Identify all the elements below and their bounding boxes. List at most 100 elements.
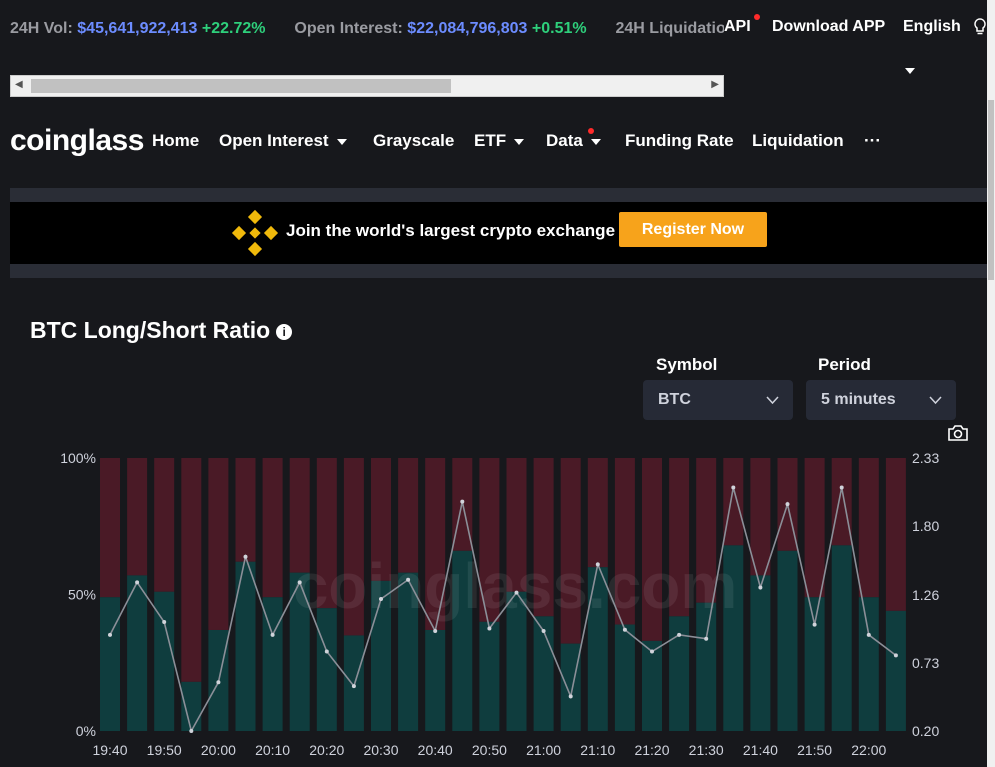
chevron-down-icon	[514, 138, 525, 145]
market-ticker: 24H Vol: $45,641,922,413 +22.72% Open In…	[10, 20, 724, 38]
left-axis-tick: 100%	[60, 450, 96, 466]
long-bar	[777, 550, 798, 731]
page-title-text: BTC Long/Short Ratio	[30, 317, 271, 343]
scroll-left-icon[interactable]: ◀	[15, 79, 23, 90]
oi-value: $22,084,796,803	[407, 20, 528, 37]
ratio-point	[406, 577, 411, 582]
vol-change: +22.72%	[201, 20, 266, 37]
nav-open-interest-label: Open Interest	[219, 131, 329, 150]
nav-etf[interactable]: ETF	[474, 131, 525, 151]
ratio-point	[270, 632, 275, 637]
ratio-point	[297, 580, 302, 585]
right-axis-tick: 2.33	[912, 450, 939, 466]
ratio-point	[812, 622, 817, 627]
x-axis-tick: 20:30	[363, 742, 398, 758]
symbol-select[interactable]: BTC	[643, 380, 793, 420]
ratio-point	[324, 649, 329, 654]
long-bar	[831, 545, 852, 731]
right-axis-tick: 1.80	[912, 518, 939, 534]
long-bar	[343, 635, 364, 731]
page-title: BTC Long/Short Ratio i	[30, 317, 293, 344]
vol-label: 24H Vol:	[10, 20, 73, 37]
long-bar	[181, 681, 202, 731]
api-link[interactable]: API	[724, 18, 751, 36]
x-axis-tick: 22:00	[851, 742, 886, 758]
short-bar	[262, 458, 283, 598]
nav-grayscale[interactable]: Grayscale	[373, 131, 454, 151]
chevron-down-icon	[929, 396, 942, 405]
nav-funding-rate[interactable]: Funding Rate	[625, 131, 734, 151]
left-axis-tick: 50%	[68, 587, 96, 603]
long-bar	[560, 643, 581, 731]
chart-watermark: coinglass.com	[293, 550, 738, 622]
nav-home[interactable]: Home	[152, 131, 199, 151]
nav-open-interest[interactable]: Open Interest	[219, 131, 347, 151]
long-bar	[100, 597, 120, 731]
period-label: Period	[818, 355, 871, 374]
language-selector[interactable]: English	[903, 18, 961, 36]
long-bar	[858, 597, 879, 731]
nav-data[interactable]: Data	[546, 131, 601, 151]
separator-strip	[10, 188, 987, 202]
symbol-value: BTC	[658, 391, 691, 408]
short-bar	[208, 458, 229, 630]
short-bar	[885, 458, 906, 611]
x-axis-tick: 19:40	[92, 742, 127, 758]
chevron-down-icon	[336, 138, 347, 145]
ratio-point	[677, 632, 682, 637]
long-bar	[804, 597, 825, 731]
symbol-label: Symbol	[656, 355, 718, 374]
theme-bulb-icon[interactable]	[973, 18, 987, 41]
scroll-right-icon[interactable]: ▶	[711, 79, 719, 90]
x-axis-tick: 21:30	[689, 742, 724, 758]
nav-liquidation[interactable]: Liquidation	[752, 131, 844, 151]
short-bar	[858, 458, 879, 598]
ratio-point	[704, 636, 709, 641]
ratio-point	[839, 485, 844, 490]
exchange-banner[interactable]: Join the world's largest crypto exchange…	[10, 202, 987, 264]
ratio-point	[622, 627, 627, 632]
coinglass-logo[interactable]: coinglass	[10, 124, 144, 158]
scrollbar-thumb[interactable]	[31, 79, 451, 93]
period-select[interactable]: 5 minutes	[806, 380, 956, 420]
nav-more[interactable]: ···	[864, 131, 881, 151]
ratio-point	[351, 684, 356, 689]
long-bar	[425, 629, 446, 731]
ratio-point	[866, 632, 871, 637]
ratio-point	[758, 585, 763, 590]
x-axis-tick: 21:00	[526, 742, 561, 758]
banner-text: Join the world's largest crypto exchange	[286, 221, 616, 240]
left-axis-ticks: 0% 50% 100%	[60, 450, 96, 739]
ratio-point	[514, 590, 519, 595]
short-bar	[154, 458, 175, 592]
ratio-point	[568, 694, 573, 699]
oi-label: Open Interest:	[294, 20, 403, 37]
binance-logo-icon	[231, 209, 279, 257]
horizontal-scrollbar[interactable]: ◀ ▶	[10, 75, 724, 97]
ratio-point	[189, 729, 194, 733]
scrollbar-thumb[interactable]	[988, 100, 994, 280]
ratio-point	[487, 626, 492, 631]
vertical-scrollbar[interactable]	[987, 0, 995, 767]
ratio-point	[460, 499, 465, 504]
nav-data-label: Data	[546, 131, 583, 150]
ratio-point	[893, 653, 898, 658]
main-nav: coinglass Home Open Interest Grayscale E…	[0, 110, 995, 170]
ratio-point	[541, 629, 546, 634]
period-value: 5 minutes	[821, 391, 896, 408]
register-now-button[interactable]: Register Now	[619, 212, 767, 247]
x-axis-tick: 20:50	[472, 742, 507, 758]
x-axis-tick: 20:40	[418, 742, 453, 758]
x-axis-tick: 21:10	[580, 742, 615, 758]
long-bar	[614, 624, 635, 731]
short-bar	[235, 458, 256, 562]
x-axis-tick: 20:10	[255, 742, 290, 758]
short-bar	[181, 458, 202, 682]
download-app-link[interactable]: Download APP	[772, 18, 885, 36]
ratio-point	[650, 649, 654, 654]
info-icon[interactable]: i	[276, 324, 293, 340]
x-axis-tick: 21:40	[743, 742, 778, 758]
right-axis-tick: 0.73	[912, 655, 939, 671]
x-axis-tick: 20:00	[201, 742, 236, 758]
ratio-point	[216, 680, 221, 685]
